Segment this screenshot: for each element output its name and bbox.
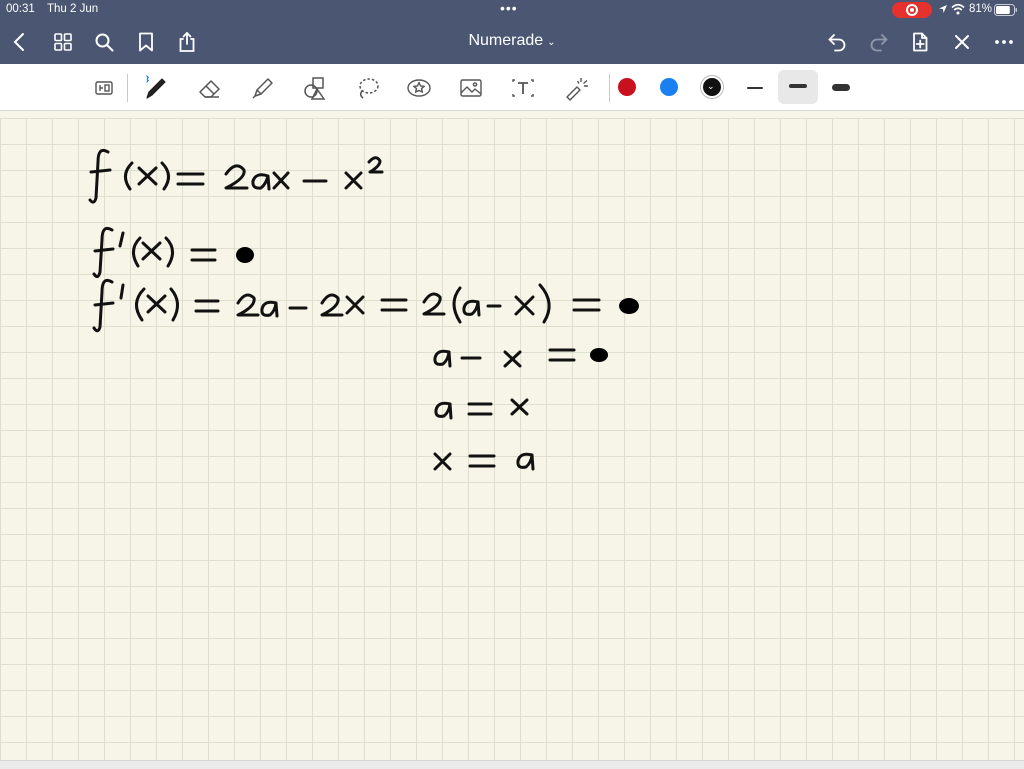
ink-line-2 [92,226,254,279]
ink-line-3 [92,278,639,333]
handwritten-math [88,148,639,471]
ink-line-6 [433,452,535,471]
ink-line-1 [88,148,384,204]
ink-line-4 [433,348,608,368]
ink-line-5 [434,398,529,420]
